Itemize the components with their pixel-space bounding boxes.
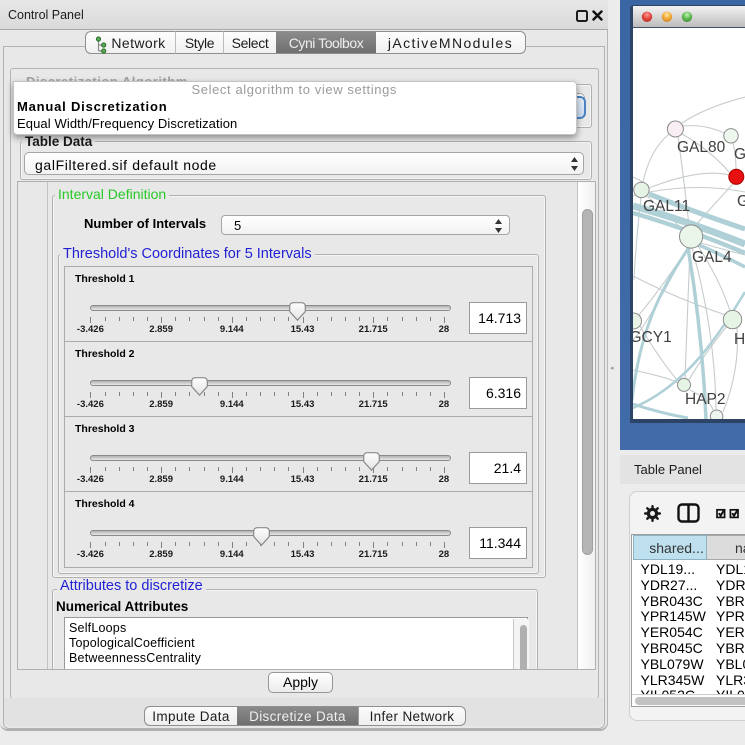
svg-text:HI: HI	[734, 331, 745, 348]
svg-text:GCY1: GCY1	[633, 329, 672, 346]
svg-text:GAL11: GAL11	[643, 198, 690, 215]
svg-text:HAP2: HAP2	[685, 391, 726, 408]
svg-text:GAL80: GAL80	[677, 139, 726, 156]
svg-text:GA: GA	[737, 193, 745, 210]
svg-text:GAL4: GAL4	[692, 249, 732, 266]
svg-text:GA: GA	[734, 146, 745, 163]
